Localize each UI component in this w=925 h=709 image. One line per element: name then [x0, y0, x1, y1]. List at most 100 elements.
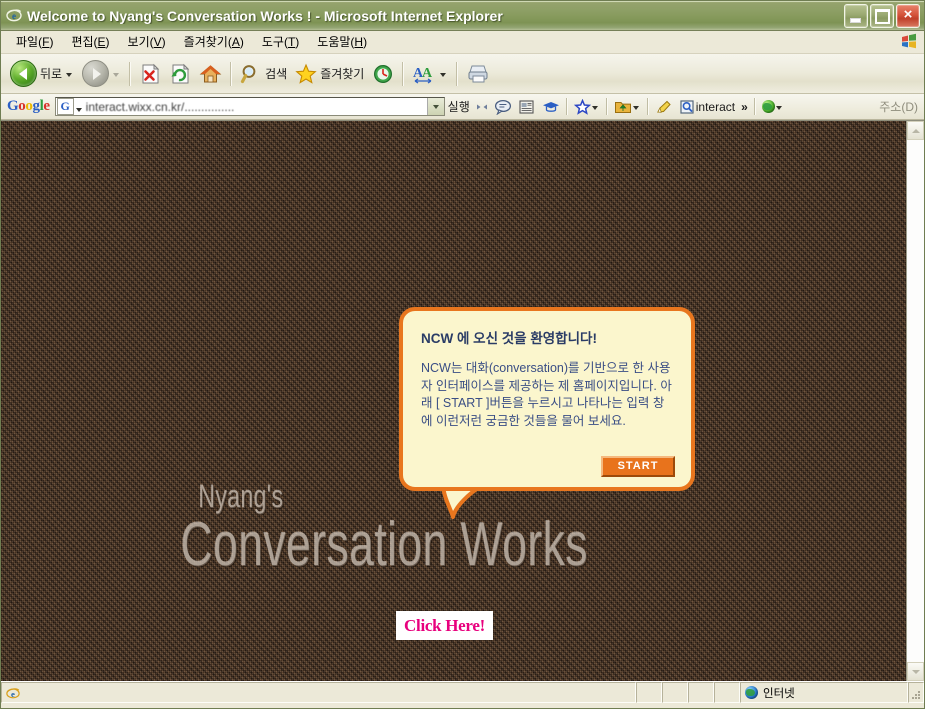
google-site-search-button[interactable]: interact [676, 96, 738, 117]
globe-icon [745, 686, 758, 699]
back-button[interactable]: 뒤로 [6, 58, 78, 90]
search-button[interactable]: 검색 [236, 58, 291, 90]
google-toolbar-overflow-button[interactable]: » [738, 96, 751, 117]
send-to-dropdown-icon[interactable] [632, 106, 639, 110]
back-icon [10, 60, 37, 87]
search-icon [240, 64, 256, 83]
google-highlight-button[interactable] [652, 96, 676, 117]
status-bar: e 인터넷 [1, 681, 924, 703]
security-zone-panel[interactable]: 인터넷 [740, 682, 908, 703]
folder-upload-icon [614, 101, 631, 113]
navigation-toolbar: 뒤로 검색 즐겨찾기 A A [1, 54, 924, 94]
google-news-button[interactable] [515, 96, 539, 117]
google-send-to-button[interactable] [611, 96, 644, 117]
google-logo: Google [7, 98, 50, 114]
search-label: 검색 [265, 67, 288, 81]
vertical-scrollbar[interactable] [906, 121, 924, 681]
stop-icon [142, 63, 160, 83]
google-go-button[interactable]: 실행 [445, 96, 473, 117]
menu-tools[interactable]: 도구(T) [253, 31, 308, 53]
address-text: interact.wixx.cn.kr/............... [85, 99, 235, 114]
stop-button[interactable] [135, 58, 165, 90]
font-size-button[interactable]: A A [408, 58, 452, 90]
google-pagerank-button[interactable] [759, 96, 787, 117]
google-history-dropdown-icon[interactable] [75, 107, 82, 112]
home-button[interactable] [195, 58, 226, 90]
resize-arrows-icon [476, 104, 487, 109]
address-bar-label: 주소(D) [879, 100, 918, 114]
star-icon [295, 63, 317, 84]
magnifier-page-icon [680, 99, 694, 114]
svg-text:e: e [11, 688, 15, 698]
toolbar-resize-handle[interactable] [473, 96, 491, 117]
favorites-button[interactable]: 즐겨찾기 [291, 58, 368, 90]
close-icon: × [903, 5, 913, 23]
menu-edit[interactable]: 편집(E) [62, 31, 118, 53]
close-button[interactable]: × [896, 3, 920, 28]
bubble-body-text: NCW는 대화(conversation)를 기반으로 한 사용자 인터페이스를… [421, 361, 672, 428]
bookmarks-dropdown-icon[interactable] [591, 106, 598, 110]
windows-flag-icon [900, 33, 918, 50]
google-scholar-button[interactable] [539, 96, 563, 117]
site-logo-line2: Conversation Works [181, 511, 589, 580]
menu-file[interactable]: 파일(F) [7, 31, 62, 53]
bubble-title: NCW 에 오신 것을 환영합니다! [421, 331, 597, 346]
click-here-button[interactable]: Click Here! [396, 611, 493, 640]
internet-explorer-status-icon: e [6, 687, 20, 698]
start-button[interactable]: START [601, 456, 675, 477]
menu-bar: 파일(F) 편집(E) 보기(V) 즐겨찾기(A) 도구(T) 도움말(H) [1, 31, 924, 54]
forward-dropdown-icon [113, 73, 120, 77]
menu-help[interactable]: 도움말(H) [308, 31, 376, 53]
svg-text:A: A [422, 66, 433, 81]
back-dropdown-icon[interactable] [66, 73, 73, 77]
menu-view[interactable]: 보기(V) [119, 31, 175, 53]
browser-window: e Welcome to Nyang's Conversation Works … [0, 0, 925, 709]
scroll-up-button[interactable] [907, 121, 924, 140]
speech-bubble-icon [494, 99, 511, 115]
minimize-button[interactable] [844, 3, 868, 28]
address-dropdown-icon[interactable] [426, 98, 444, 115]
google-popup-blocker-button[interactable] [491, 96, 515, 117]
click-here-label: Click Here! [404, 615, 485, 635]
toolbar-separator [402, 61, 405, 86]
window-title: Welcome to Nyang's Conversation Works ! … [27, 7, 503, 24]
status-panel-4 [714, 682, 740, 703]
toolbar-separator [456, 61, 459, 86]
toolbar-separator [230, 61, 233, 86]
welcome-speech-bubble: NCW 에 오신 것을 환영합니다! NCW는 대화(conversation)… [399, 307, 695, 491]
font-size-icon: A A [413, 66, 433, 84]
print-button[interactable] [462, 58, 494, 90]
chevron-down-icon [911, 669, 920, 674]
security-zone-label: 인터넷 [763, 687, 795, 700]
home-icon [199, 64, 222, 82]
refresh-button[interactable] [165, 58, 195, 90]
google-search-field[interactable]: G interact.wixx.cn.kr/............... [54, 97, 445, 116]
forward-icon [82, 60, 110, 87]
chevron-up-icon [911, 128, 920, 133]
google-badge-icon: G [56, 98, 74, 115]
google-toolbar-separator [605, 98, 608, 115]
printer-icon [468, 65, 488, 82]
site-search-label: interact [695, 99, 736, 114]
green-indicator-icon [761, 100, 775, 113]
back-label: 뒤로 [40, 67, 63, 81]
history-button[interactable] [368, 58, 398, 90]
menu-favorites[interactable]: 즐겨찾기(A) [175, 31, 253, 53]
forward-button[interactable] [78, 58, 125, 90]
font-size-dropdown-icon[interactable] [440, 73, 447, 77]
star-outline-icon [573, 98, 591, 115]
web-page-content: Nyang's Conversation Works NCW 에 오신 것을 환… [1, 121, 906, 681]
scroll-down-button[interactable] [907, 662, 924, 681]
resize-grip[interactable] [908, 682, 924, 703]
highlighter-icon [656, 100, 671, 113]
google-toolbar-separator [565, 98, 568, 115]
google-toolbar-separator [646, 98, 649, 115]
google-toolbar-separator [753, 98, 756, 115]
pagerank-dropdown-icon[interactable] [775, 106, 782, 110]
window-controls: × [844, 3, 922, 28]
toolbar-separator [129, 61, 132, 86]
overflow-label: » [741, 99, 748, 114]
maximize-button[interactable] [870, 3, 894, 28]
resize-grip-icon [912, 691, 920, 699]
google-bookmarks-button[interactable] [571, 96, 603, 117]
